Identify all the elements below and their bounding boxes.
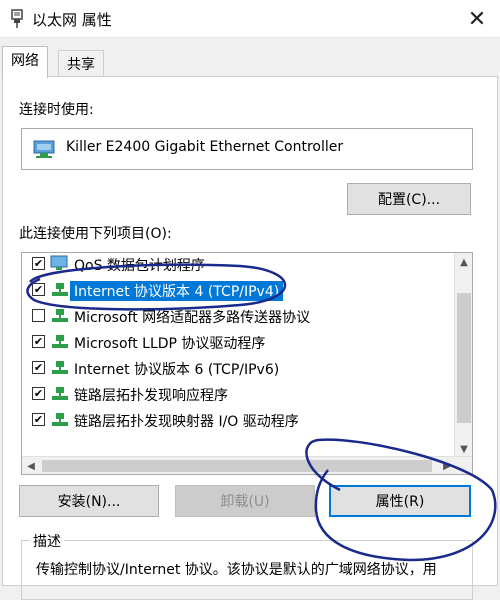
adapter-name: Killer E2400 Gigabit Ethernet Controller: [66, 139, 344, 155]
scroll-up-icon[interactable]: ▲: [455, 253, 472, 271]
horizontal-scrollbar[interactable]: ◀ ▶: [22, 456, 472, 474]
tab-panel-network: 连接时使用: Killer E2400 Gigabit Ethernet Con…: [2, 76, 498, 600]
protocol-icon: [52, 335, 68, 348]
list-item-ipv6[interactable]: ✔ Internet 协议版本 6 (TCP/IPv6): [22, 355, 455, 381]
list-item-label: Microsoft 网络适配器多路传送器协议: [74, 310, 311, 326]
list-item-lltd-responder[interactable]: ✔ 链路层拓扑发现响应程序: [22, 381, 455, 407]
properties-button[interactable]: 属性(R): [329, 485, 471, 517]
protocol-icon: [52, 387, 68, 400]
description-group: 描述 传输控制协议/Internet 协议。该协议是默认的广域网络协议，用: [21, 531, 473, 600]
uninstall-button[interactable]: 卸载(U): [175, 485, 315, 517]
scroll-right-icon[interactable]: ▶: [438, 457, 456, 474]
item-checkbox[interactable]: ✔: [32, 283, 45, 296]
tab-network[interactable]: 网络: [2, 46, 48, 78]
title-bar: 以太网 属性 ✕: [0, 0, 500, 38]
ethernet-icon: [11, 9, 23, 28]
list-item-lldp[interactable]: ✔ Microsoft LLDP 协议驱动程序: [22, 329, 455, 355]
description-text: 传输控制协议/Internet 协议。该协议是默认的广域网络协议，用: [36, 562, 437, 578]
qos-icon: [50, 255, 68, 270]
protocol-icon: [52, 413, 68, 426]
scroll-left-icon[interactable]: ◀: [22, 457, 40, 474]
scroll-thumb[interactable]: [42, 460, 432, 472]
list-item-qos[interactable]: ✔ QoS 数据包计划程序: [22, 253, 455, 277]
list-item-label: QoS 数据包计划程序: [74, 258, 205, 274]
close-icon[interactable]: ✕: [454, 0, 500, 38]
protocol-icon: [52, 309, 68, 322]
list-item-label: Microsoft LLDP 协议驱动程序: [74, 336, 266, 352]
items-list[interactable]: ✔ QoS 数据包计划程序 ✔ Internet 协议版本 4 (TCP/IPv…: [21, 252, 473, 475]
list-item-label: Internet 协议版本 4 (TCP/IPv4): [70, 281, 284, 301]
protocol-icon: [52, 361, 68, 374]
connect-using-label: 连接时使用:: [19, 102, 94, 118]
adapter-display: Killer E2400 Gigabit Ethernet Controller: [21, 128, 473, 170]
list-item-label: 链路层拓扑发现映射器 I/O 驱动程序: [74, 414, 299, 430]
scroll-thumb[interactable]: [457, 293, 471, 423]
list-item-multiplexor[interactable]: Microsoft 网络适配器多路传送器协议: [22, 303, 455, 329]
list-item-lltd-mapper[interactable]: ✔ 链路层拓扑发现映射器 I/O 驱动程序: [22, 407, 455, 433]
list-item-ipv4[interactable]: ✔ Internet 协议版本 4 (TCP/IPv4): [22, 277, 455, 303]
protocol-icon: [52, 283, 68, 296]
item-checkbox[interactable]: ✔: [32, 361, 45, 374]
description-legend: 描述: [30, 531, 64, 551]
install-button[interactable]: 安装(N)...: [19, 485, 159, 517]
item-checkbox[interactable]: [32, 309, 45, 322]
list-item-label: 链路层拓扑发现响应程序: [74, 388, 228, 404]
item-checkbox[interactable]: ✔: [32, 387, 45, 400]
network-adapter-icon: [33, 140, 55, 158]
items-label: 此连接使用下列项目(O):: [19, 226, 172, 242]
window-title: 以太网 属性: [32, 11, 112, 29]
configure-button[interactable]: 配置(C)...: [347, 183, 471, 215]
tab-sharing[interactable]: 共享: [58, 50, 104, 76]
item-checkbox[interactable]: ✔: [32, 413, 45, 426]
vertical-scrollbar[interactable]: ▲ ▼: [454, 253, 472, 458]
item-checkbox[interactable]: ✔: [32, 257, 45, 270]
item-checkbox[interactable]: ✔: [32, 335, 45, 348]
list-item-label: Internet 协议版本 6 (TCP/IPv6): [74, 362, 280, 378]
tab-strip: 网络 共享: [0, 44, 500, 78]
